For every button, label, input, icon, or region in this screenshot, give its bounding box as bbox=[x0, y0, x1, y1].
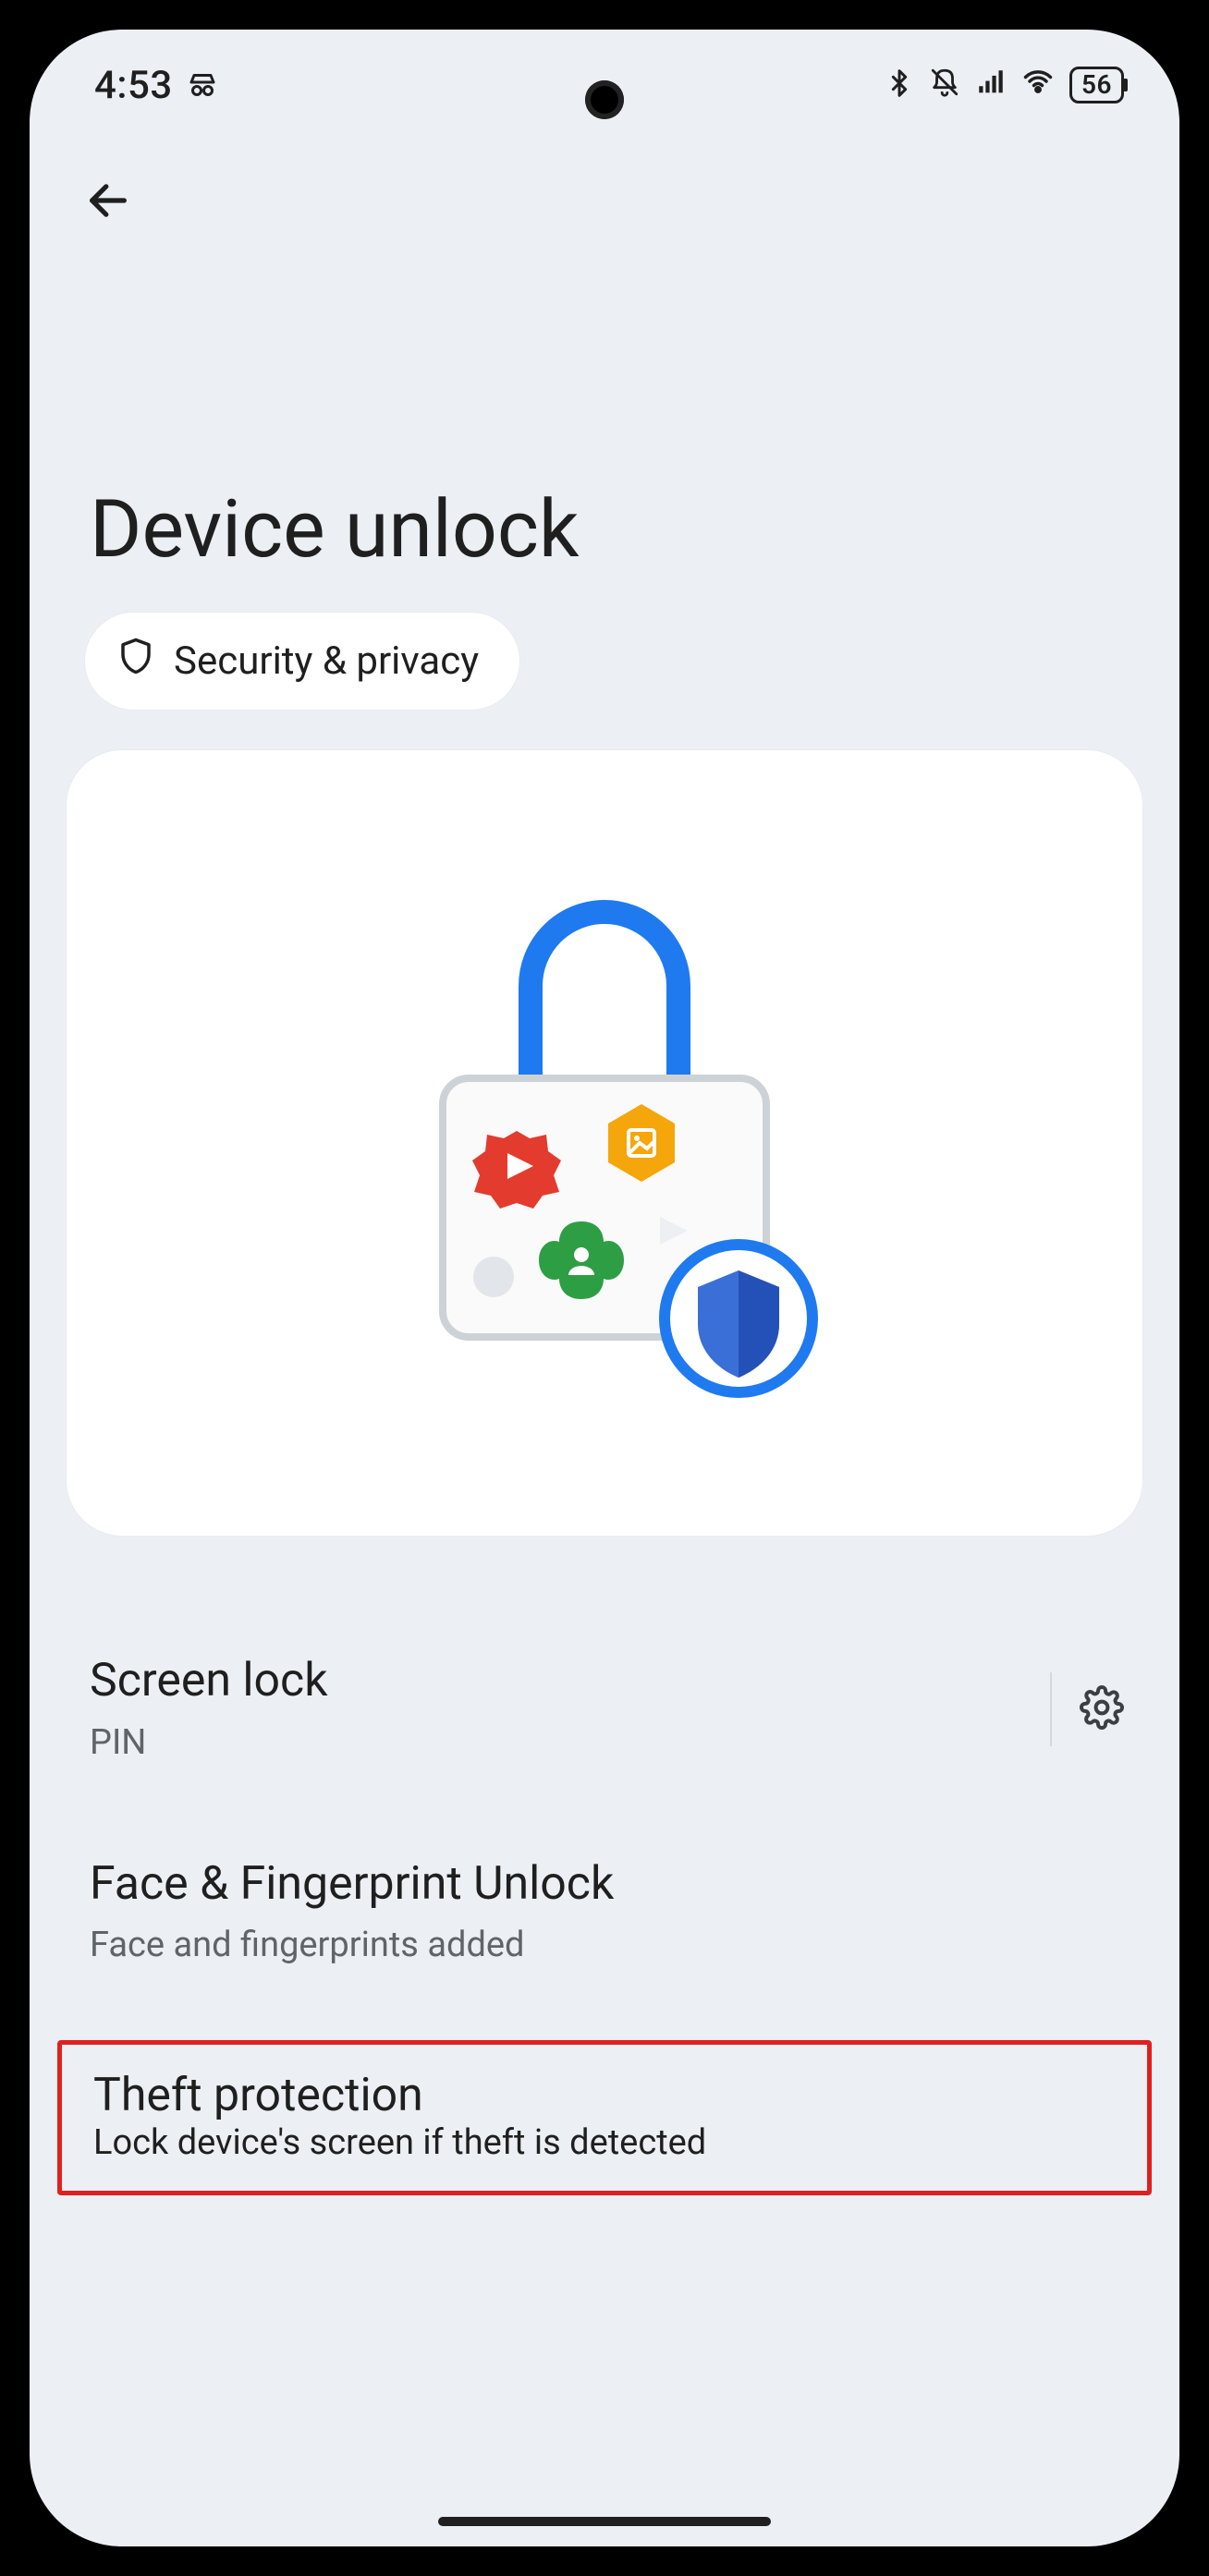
screen: 4:53 bbox=[30, 30, 1179, 2546]
page-title: Device unlock bbox=[30, 482, 1179, 576]
bluetooth-icon bbox=[885, 64, 914, 107]
signal-icon bbox=[975, 64, 1007, 107]
battery-indicator: 56 bbox=[1069, 67, 1124, 103]
screen-lock-settings-button[interactable] bbox=[1080, 1685, 1124, 1733]
row-sub: PIN bbox=[90, 1719, 1022, 1767]
row-face-fingerprint[interactable]: Face & Fingerprint Unlock Face and finge… bbox=[30, 1800, 1179, 2003]
wifi-icon bbox=[1021, 64, 1055, 107]
row-screen-lock[interactable]: Screen lock PIN bbox=[30, 1619, 1179, 1800]
phone-frame: 4:53 bbox=[0, 0, 1209, 2576]
vibrate-icon bbox=[929, 64, 960, 107]
breadcrumb-chip-security-privacy[interactable]: Security & privacy bbox=[85, 613, 519, 710]
row-label: Face & Fingerprint Unlock bbox=[90, 1855, 1124, 1914]
shield-icon bbox=[116, 637, 155, 686]
vertical-divider bbox=[1050, 1672, 1052, 1746]
row-label: Screen lock bbox=[90, 1652, 1022, 1710]
row-sub: Face and fingerprints added bbox=[90, 1922, 1124, 1969]
illustration-card bbox=[67, 750, 1142, 1536]
row-sub: Lock device's screen if theft is detecte… bbox=[93, 2122, 1116, 2163]
battery-level: 56 bbox=[1069, 67, 1124, 103]
lock-illustration bbox=[318, 820, 891, 1466]
row-theft-protection[interactable]: Theft protection Lock device's screen if… bbox=[57, 2040, 1152, 2195]
settings-list: Screen lock PIN Face & Fingerprint Unloc bbox=[30, 1536, 1179, 2195]
breadcrumb-chip-label: Security & privacy bbox=[174, 638, 479, 684]
gesture-bar bbox=[438, 2517, 771, 2526]
incognito-icon bbox=[186, 68, 219, 102]
appbar bbox=[30, 140, 1179, 233]
row-label: Theft protection bbox=[93, 2069, 1116, 2122]
camera-cutout bbox=[585, 80, 624, 119]
back-button[interactable] bbox=[76, 168, 140, 233]
status-time: 4:53 bbox=[94, 63, 173, 108]
